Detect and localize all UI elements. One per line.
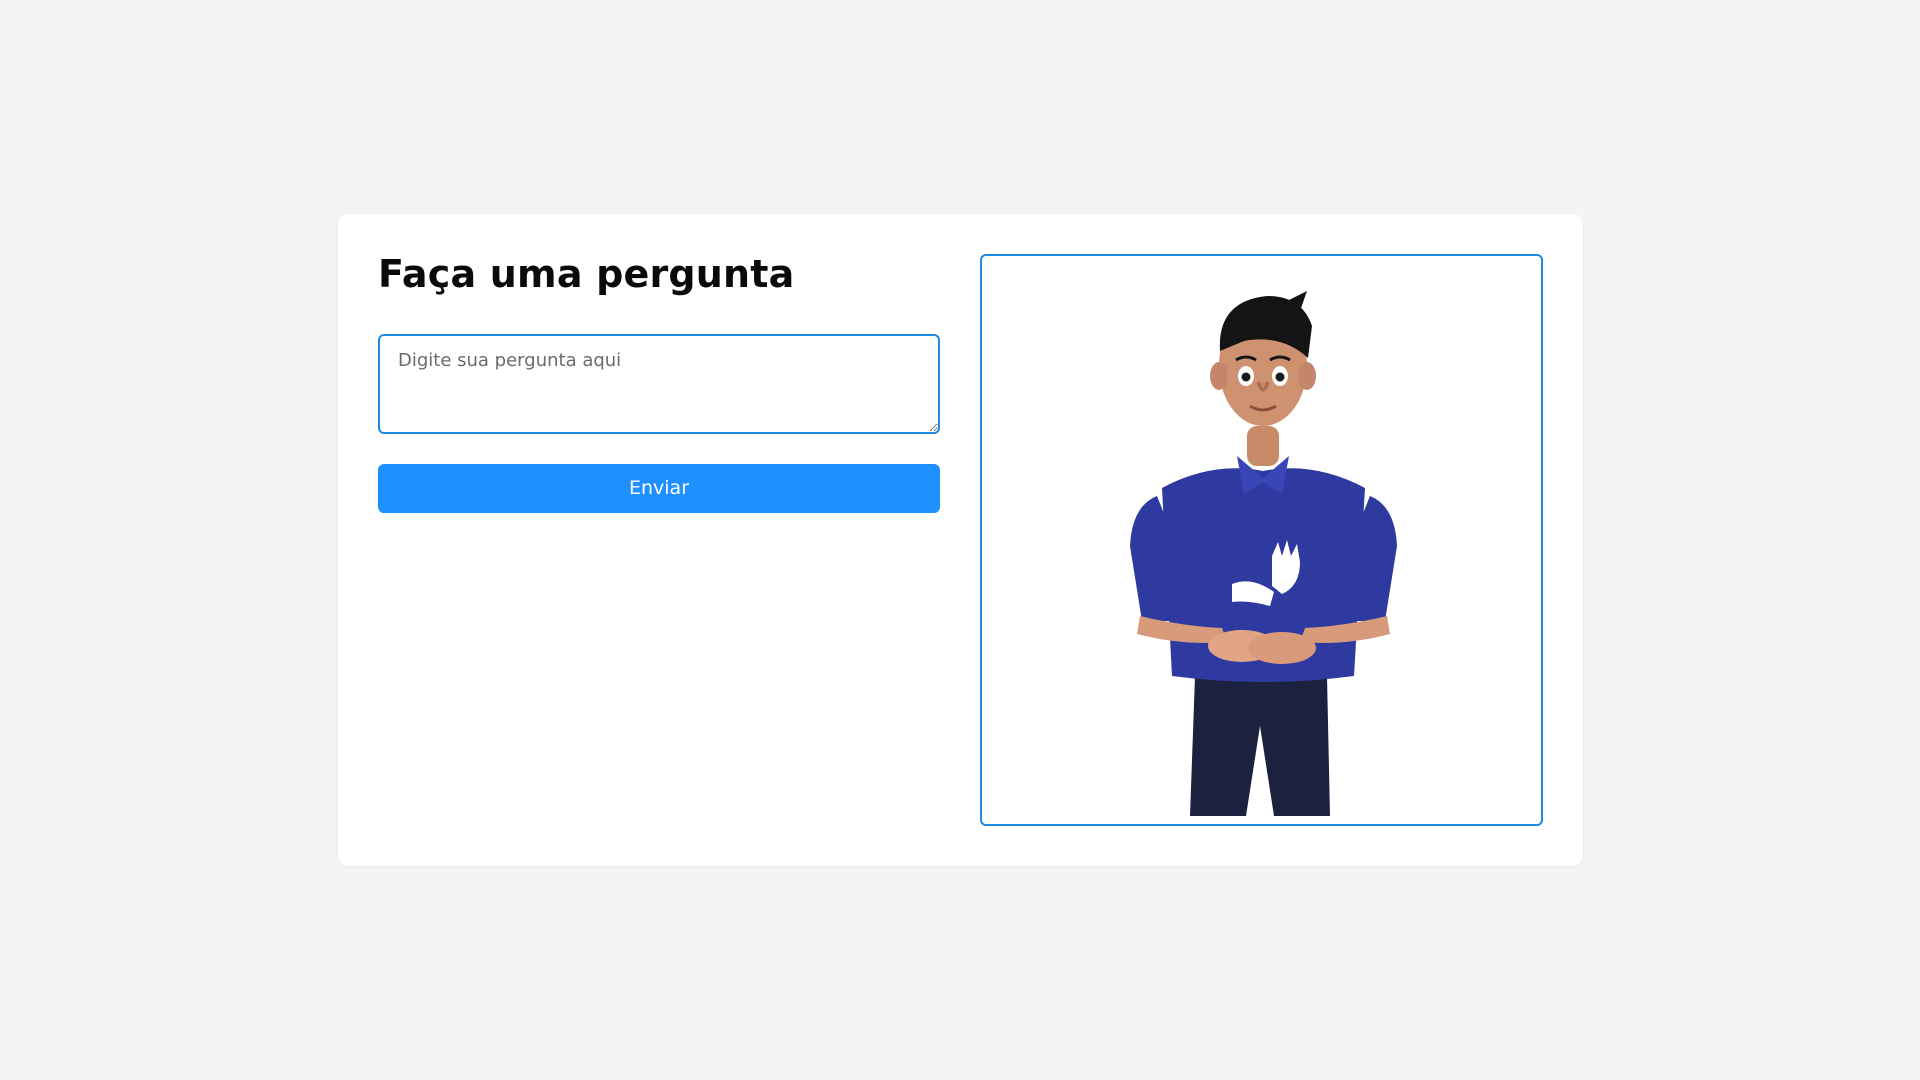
sign-language-avatar-icon bbox=[1130, 291, 1397, 816]
question-input[interactable] bbox=[378, 333, 940, 434]
page-title: Faça uma pergunta bbox=[378, 252, 795, 296]
question-card: Faça uma pergunta Enviar bbox=[338, 214, 1583, 866]
send-button[interactable]: Enviar bbox=[378, 463, 940, 513]
question-form: Faça uma pergunta Enviar bbox=[378, 252, 940, 513]
avatar-panel bbox=[980, 254, 1543, 826]
